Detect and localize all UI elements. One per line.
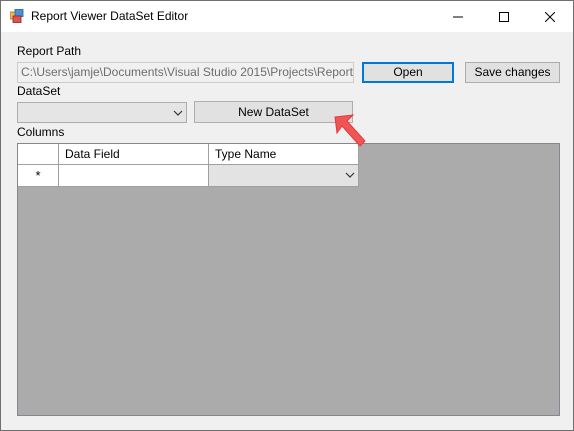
- dataset-editor-window: Report Viewer DataSet Editor Report Path…: [0, 0, 574, 431]
- report-path-input[interactable]: C:\Users\jamje\Documents\Visual Studio 2…: [17, 62, 354, 83]
- open-button[interactable]: Open: [362, 62, 454, 83]
- minimize-icon: [453, 16, 463, 17]
- chevron-down-icon: [345, 172, 355, 178]
- type-name-cell[interactable]: [209, 165, 359, 187]
- close-button[interactable]: [527, 1, 573, 32]
- grid-corner-header[interactable]: [18, 144, 59, 165]
- window-title: Report Viewer DataSet Editor: [31, 9, 189, 23]
- new-row-header[interactable]: *: [18, 165, 59, 187]
- save-changes-button[interactable]: Save changes: [465, 62, 560, 83]
- columns-label: Columns: [17, 125, 65, 139]
- app-icon: [10, 9, 24, 23]
- chevron-down-icon: [173, 110, 183, 116]
- minimize-button[interactable]: [435, 1, 481, 32]
- title-bar[interactable]: Report Viewer DataSet Editor: [1, 1, 573, 32]
- columns-grid[interactable]: Data Field Type Name *: [17, 143, 560, 416]
- column-header-data-field[interactable]: Data Field: [59, 144, 209, 165]
- close-icon: [545, 11, 555, 22]
- report-path-label: Report Path: [17, 44, 82, 58]
- dataset-label: DataSet: [17, 84, 61, 98]
- maximize-button[interactable]: [481, 1, 527, 32]
- dataset-select[interactable]: [17, 102, 187, 123]
- data-field-cell[interactable]: [59, 165, 209, 187]
- maximize-icon: [499, 11, 509, 22]
- new-dataset-button[interactable]: New DataSet: [194, 101, 353, 123]
- annotation-arrow-icon: [334, 114, 366, 147]
